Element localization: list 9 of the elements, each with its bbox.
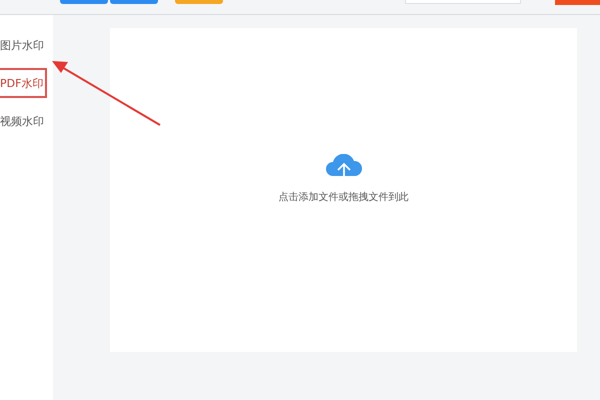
toolbar-button[interactable] — [555, 0, 600, 5]
upload-hint: 点击添加文件或拖拽文件到此 — [278, 190, 408, 204]
upload-panel[interactable]: 点击添加文件或拖拽文件到此 — [110, 28, 577, 352]
toolbar-button[interactable] — [175, 0, 223, 4]
sidebar-item[interactable]: 图片水印 — [0, 30, 47, 60]
toolbar-button[interactable] — [60, 0, 108, 4]
sidebar-item[interactable]: 视频水印 — [0, 106, 47, 136]
sidebar-item[interactable]: PDF水印 — [0, 68, 47, 98]
toolbar-button[interactable] — [110, 0, 158, 4]
